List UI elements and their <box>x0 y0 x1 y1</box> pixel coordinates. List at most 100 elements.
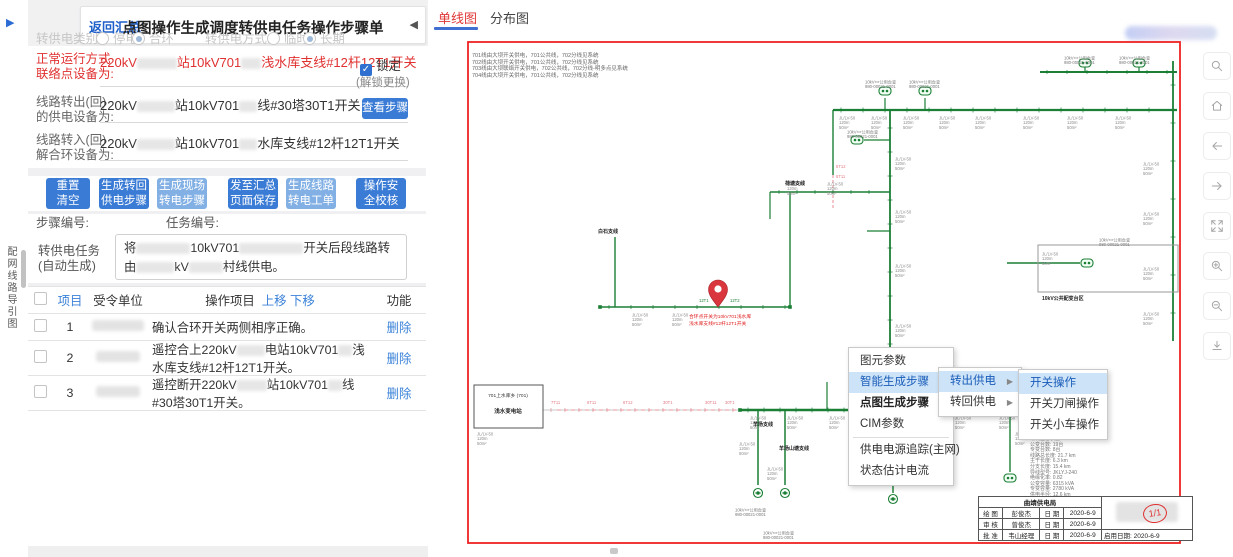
svg-text:50m²: 50m² <box>895 166 905 171</box>
menu-item-transfer-back-supply[interactable]: 转回供电▶ <box>939 392 1021 413</box>
line-in-value[interactable]: 220kV站10kV701水库支线#12杆12T1开关 <box>100 133 400 152</box>
resize-handle[interactable] <box>610 548 618 554</box>
svg-text:30T1: 30T1 <box>663 400 673 405</box>
svg-text:50m²: 50m² <box>1143 276 1153 281</box>
menu-item-power-source-trace[interactable]: 供电电源追踪(主网) <box>849 440 953 461</box>
station-box: 701上水库乡 (701) 浅水变电站 <box>474 385 543 428</box>
back-button[interactable] <box>1203 132 1231 160</box>
svg-text:50m²: 50m² <box>999 425 1009 430</box>
arrow-left-icon <box>1210 139 1224 153</box>
reset-clear-button[interactable]: 重置清空 <box>46 178 90 209</box>
unlock-hint[interactable]: (解锁更换) <box>356 74 410 90</box>
location-pin-icon[interactable]: 合环点开关为10kV701浅水库 浅水库支线#12杆12T1开关 <box>689 280 751 327</box>
svg-text:50m²: 50m² <box>1143 221 1153 226</box>
svg-text:980-00021-0001: 980-00021-0001 <box>1064 60 1095 65</box>
svg-text:50m²: 50m² <box>787 425 797 430</box>
zoom-out-icon <box>1210 299 1224 313</box>
tab-distribution-diagram[interactable]: 分布图 <box>490 8 529 27</box>
svg-text:30T1: 30T1 <box>725 400 735 405</box>
forward-button[interactable] <box>1203 172 1231 200</box>
svg-text:50m²: 50m² <box>477 441 487 446</box>
section-divider <box>28 211 426 214</box>
generate-return-supply-steps-button[interactable]: 生成转回供电步骤 <box>99 178 149 209</box>
delete-link[interactable]: 删除 <box>387 321 412 335</box>
generate-field-transfer-steps-button[interactable]: 生成现场转电步骤 <box>157 178 207 209</box>
radio-selected-icon <box>303 32 316 45</box>
delete-link[interactable]: 删除 <box>387 387 412 401</box>
operation-safety-check-button[interactable]: 操作安全校核 <box>356 178 406 209</box>
diagram-canvas[interactable]: JL/LV-50120m50m²JL/LV-50120m50m²JL/LV-50… <box>428 30 1233 557</box>
floating-toolbar-blurred <box>1125 26 1217 40</box>
radio-icon <box>96 32 109 45</box>
menu-item-switch-knife-operation[interactable]: 开关刀闸操作 <box>1019 394 1107 415</box>
download-button[interactable] <box>1203 332 1231 360</box>
svg-text:羊场支线: 羊场支线 <box>753 421 773 428</box>
svg-text:50m²: 50m² <box>672 322 682 327</box>
menu-item-transfer-out-supply[interactable]: 转出供电▶ <box>939 371 1021 392</box>
context-submenu: 转出供电▶ 转回供电▶ <box>938 367 1022 417</box>
redacted-text <box>237 345 265 356</box>
line-out-value[interactable]: 220kV站10kV701线#30塔30T1开关 <box>100 95 361 114</box>
svg-text:980-00021-0001: 980-00021-0001 <box>909 84 940 89</box>
svg-text:羊场山塘支线: 羊场山塘支线 <box>779 445 809 452</box>
left-scrollbar-thumb[interactable] <box>21 250 26 288</box>
svg-text:50m²: 50m² <box>895 333 905 338</box>
zoom-out-button[interactable] <box>1203 292 1231 320</box>
enable-date: 启用日期: 2020-6-9 <box>1102 530 1193 541</box>
diagram-toolbar <box>1203 52 1229 372</box>
expand-panel-icon[interactable]: ▶ <box>6 16 14 29</box>
diagram-tabbar: 单线图 分布图 <box>428 0 1233 31</box>
move-up-link[interactable]: 上移 <box>262 294 287 308</box>
delete-link[interactable]: 删除 <box>387 352 412 366</box>
line-statistics: 绘制区总长度: 23.6 km公变台数: 19台 专变台数: 8台线路总长度: … <box>1030 437 1081 504</box>
radio-icon <box>267 32 280 45</box>
svg-text:50m²: 50m² <box>1042 261 1052 266</box>
search-button[interactable] <box>1203 52 1231 80</box>
redacted-unit <box>96 351 140 362</box>
view-steps-button[interactable]: 查看步骤 <box>362 98 408 119</box>
row-no: 3 <box>52 382 88 404</box>
fit-screen-icon <box>1210 219 1224 233</box>
row-no: 2 <box>52 347 88 369</box>
task-number-label: 任务编号: <box>166 216 219 231</box>
redacted-text <box>137 139 175 150</box>
diagram-annotations: 701线由大坝开关供电，701公共线，702分线见系统 702线由大坝开关供电，… <box>472 53 628 79</box>
svg-text:50m²: 50m² <box>787 191 797 196</box>
radio-loop[interactable]: 合环 <box>132 32 174 47</box>
redacted-unit <box>92 320 144 331</box>
lock-checkbox[interactable]: ✓锁定 <box>360 56 401 76</box>
redacted-text <box>237 380 267 391</box>
step-number-label: 步骤编号: <box>36 216 89 231</box>
menu-item-state-estimated-current[interactable]: 状态估计电流 <box>849 461 953 482</box>
row-checkbox[interactable] <box>34 319 47 332</box>
col-unit: 受令单位 <box>88 287 148 313</box>
home-button[interactable] <box>1203 92 1231 120</box>
svg-text:50m²: 50m² <box>739 451 749 456</box>
zoom-in-button[interactable] <box>1203 252 1231 280</box>
send-to-summary-save-button[interactable]: 发至汇总页面保存 <box>228 178 278 209</box>
svg-text:980-00021-0001: 980-00021-0001 <box>847 134 878 139</box>
move-down-link[interactable]: 下移 <box>290 294 315 308</box>
tab-single-line-diagram[interactable]: 单线图 <box>438 8 477 27</box>
filter-row: 转供电类别: 停电 合环 转供电方式: 临时 长期 <box>28 30 426 48</box>
transfer-task-text[interactable]: 将10kV701开关后段线路转由kV村线供电。 <box>115 234 407 280</box>
row-checkbox[interactable] <box>34 350 47 363</box>
radio-longterm[interactable]: 长期 <box>303 32 345 47</box>
redacted-text <box>338 345 352 356</box>
svg-text:50m²: 50m² <box>829 425 839 430</box>
actions-row: 重置清空 生成转回供电步骤 生成现场转电步骤 发至汇总页面保存 生成线路转电工单… <box>28 178 426 210</box>
menu-item-cim-params[interactable]: CIM参数 <box>849 414 953 435</box>
row-checkbox[interactable] <box>34 385 47 398</box>
menu-item-switch-operation[interactable]: 开关操作 <box>1019 373 1107 394</box>
redacted-unit <box>96 386 140 397</box>
svg-text:荷塘支线: 荷塘支线 <box>784 180 805 187</box>
select-all-checkbox[interactable] <box>34 292 47 305</box>
fit-screen-button[interactable] <box>1203 212 1231 240</box>
vertical-tab-grid-guide[interactable]: 配网线路导引图 <box>3 246 18 330</box>
svg-text:50m²: 50m² <box>895 219 905 224</box>
generate-line-transfer-order-button[interactable]: 生成线路转电工单 <box>286 178 336 209</box>
redacted-text <box>136 243 190 254</box>
left-rail: ▶ 配网线路导引图 <box>0 0 29 557</box>
menu-item-switch-trolley-operation[interactable]: 开关小车操作 <box>1019 415 1107 436</box>
input-underline <box>100 160 408 161</box>
